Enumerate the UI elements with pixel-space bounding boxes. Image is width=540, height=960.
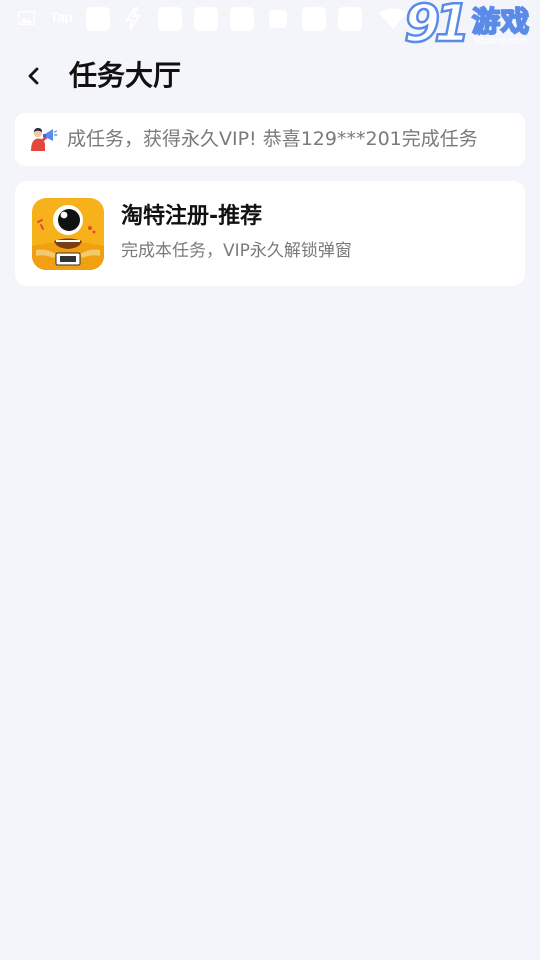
page-header: 任务大厅 (0, 50, 540, 102)
status-notification-icon (230, 7, 254, 31)
status-dot-icon (269, 10, 287, 28)
site-watermark-logo: 91 游戏 91danji.com (403, 0, 540, 55)
task-title: 淘特注册-推荐 (121, 204, 263, 229)
taote-app-icon (32, 198, 104, 270)
notice-text: 成任务，获得永久VIP! 恭喜129***201完成任务 (67, 128, 478, 150)
watermark-number: 91 (403, 0, 472, 55)
bolt-icon (125, 7, 141, 31)
task-card[interactable]: 淘特注册-推荐 完成本任务，VIP永久解锁弹窗 (15, 181, 525, 286)
status-notification-icon (338, 7, 362, 31)
task-description: 完成本任务，VIP永久解锁弹窗 (121, 241, 352, 261)
watermark-name: 游戏 (471, 4, 531, 39)
image-icon (18, 11, 35, 25)
status-notification-icon (194, 7, 218, 31)
status-notification-icon (158, 7, 182, 31)
status-app-text: Tap (50, 9, 73, 25)
taote-app-icon-art (32, 198, 104, 270)
megaphone-person-icon (31, 128, 58, 151)
status-notification-icon (86, 7, 110, 31)
watermark-url: 91danji.com (474, 36, 528, 47)
chevron-left-icon (28, 67, 39, 85)
status-notification-icon (302, 7, 326, 31)
back-button[interactable] (18, 60, 50, 92)
page-title: 任务大厅 (69, 59, 182, 92)
notice-bar: 成任务，获得永久VIP! 恭喜129***201完成任务 (15, 113, 525, 166)
